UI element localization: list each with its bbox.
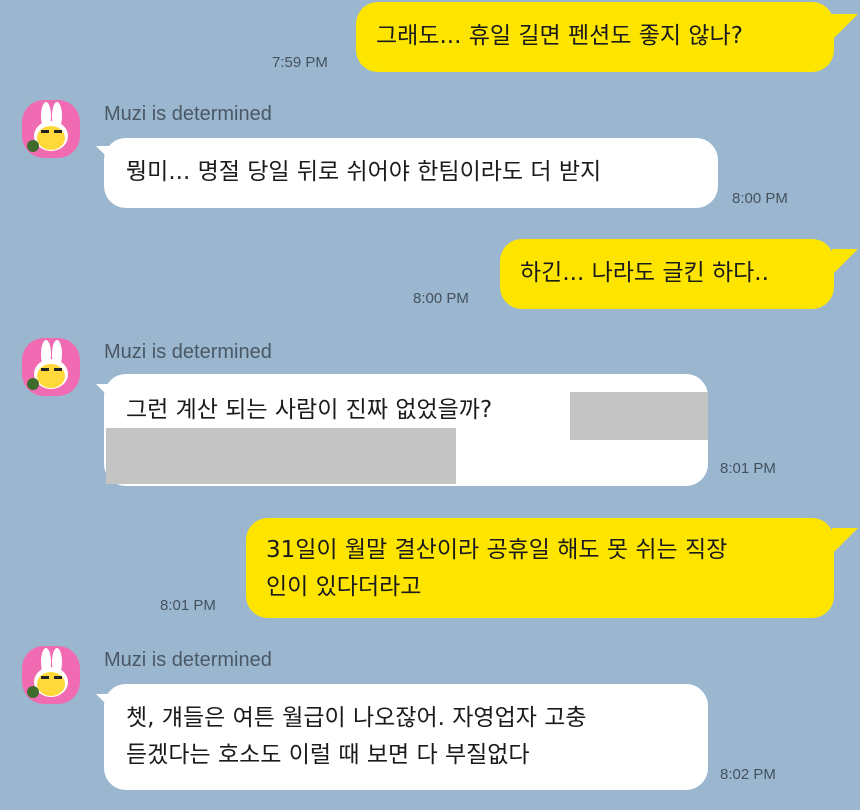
muzi-avatar-icon[interactable] [22, 100, 80, 158]
message-text-line: 듣겠다는 호소도 이럴 때 보면 다 부질없다 [126, 742, 530, 768]
message-time: 8:00 PM [413, 290, 469, 307]
redacted-block [570, 392, 708, 440]
message-bubble-theirs[interactable]: 쳇, 걔들은 여튼 월급이 나오잖어. 자영업자 고충 듣겠다는 호소도 이럴 … [104, 684, 708, 790]
sender-name: Muzi is determined [104, 103, 272, 125]
muzi-avatar-icon[interactable] [22, 646, 80, 704]
bubble-tail [96, 384, 122, 410]
message-time: 8:00 PM [732, 190, 788, 207]
message-text: 하긴... 나라도 글킨 하다.. [520, 260, 769, 286]
message-time: 8:01 PM [160, 597, 216, 614]
bubble-tail [832, 528, 858, 554]
message-bubble-mine[interactable]: 그래도... 휴일 길면 펜션도 좋지 않나? [356, 2, 834, 72]
message-time: 7:59 PM [272, 54, 328, 71]
message-bubble-theirs[interactable]: 뭥미... 명절 당일 뒤로 쉬어야 한팀이라도 더 받지 [104, 138, 718, 208]
message-text-line: 쳇, 걔들은 여튼 월급이 나오잖어. 자영업자 고충 [126, 705, 587, 731]
redacted-block [106, 428, 456, 484]
bubble-tail [96, 694, 122, 720]
bubble-tail [832, 14, 858, 40]
message-time: 8:02 PM [720, 766, 776, 783]
sender-name: Muzi is determined [104, 341, 272, 363]
message-text: 그래도... 휴일 길면 펜션도 좋지 않나? [376, 23, 743, 49]
message-bubble-mine[interactable]: 하긴... 나라도 글킨 하다.. [500, 239, 834, 309]
message-bubble-mine[interactable]: 31일이 월말 결산이라 공휴일 해도 못 쉬는 직장 인이 있다더라고 [246, 518, 834, 618]
muzi-avatar-icon[interactable] [22, 338, 80, 396]
message-time: 8:01 PM [720, 460, 776, 477]
bubble-tail [832, 249, 858, 275]
bubble-tail [96, 146, 122, 172]
message-text: 뭥미... 명절 당일 뒤로 쉬어야 한팀이라도 더 받지 [126, 159, 602, 185]
message-text-line: 인이 있다더라고 [266, 574, 422, 600]
sender-name: Muzi is determined [104, 649, 272, 671]
message-text-line: 31일이 월말 결산이라 공휴일 해도 못 쉬는 직장 [266, 537, 728, 563]
message-text: 그런 계산 되는 사람이 진짜 없었을까? [126, 397, 493, 423]
